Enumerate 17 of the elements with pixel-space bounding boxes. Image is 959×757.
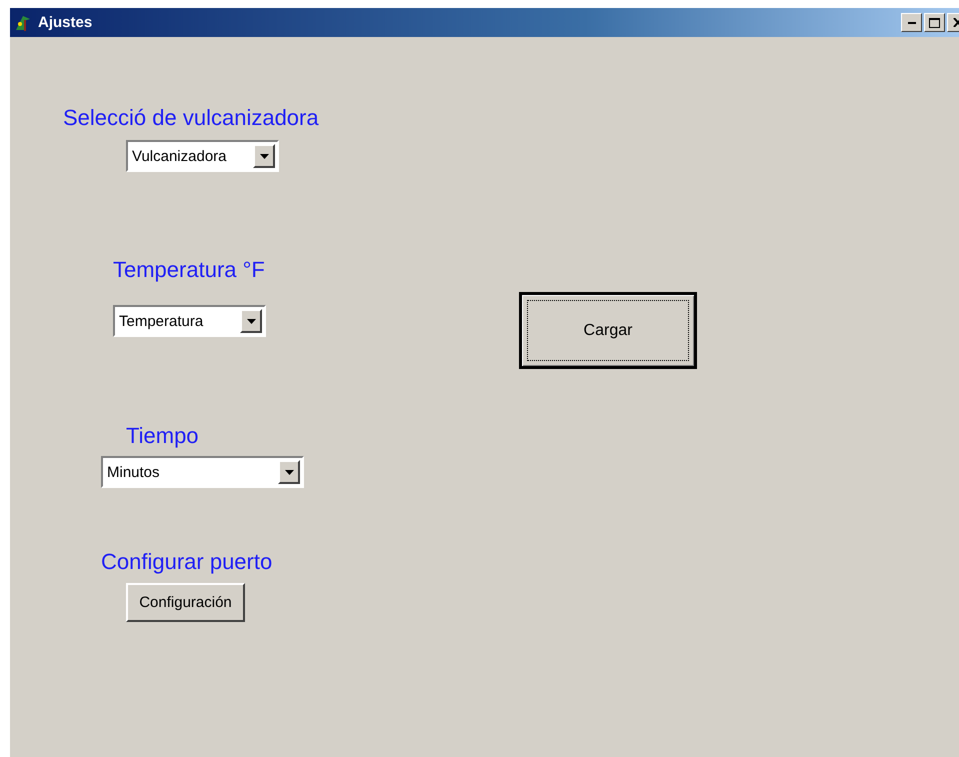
dropdown[interactable]: Minutos: [101, 456, 304, 488]
configure-button[interactable]: Configuración: [126, 583, 245, 622]
load-button[interactable]: Cargar: [519, 292, 697, 369]
dropdown[interactable]: Vulcanizadora: [126, 140, 279, 172]
setting-label: Temperatura °F: [113, 258, 265, 282]
dropdown-arrow-icon: [284, 470, 294, 474]
dropdown-arrow-icon: [260, 154, 268, 158]
maximize-icon: [929, 18, 940, 28]
minimize-icon: [908, 21, 916, 24]
minimize-button[interactable]: [901, 13, 922, 32]
setting-label: Selecció de vulcanizadora: [63, 106, 319, 130]
dropdown-arrow-icon: [246, 318, 256, 324]
maximize-button[interactable]: [924, 13, 945, 32]
window-title: Ajustes: [38, 14, 94, 31]
dropdown[interactable]: Temperatura: [113, 305, 266, 337]
setting-label: Tiempo: [126, 424, 199, 448]
setting-label: Configurar puerto: [101, 550, 272, 574]
